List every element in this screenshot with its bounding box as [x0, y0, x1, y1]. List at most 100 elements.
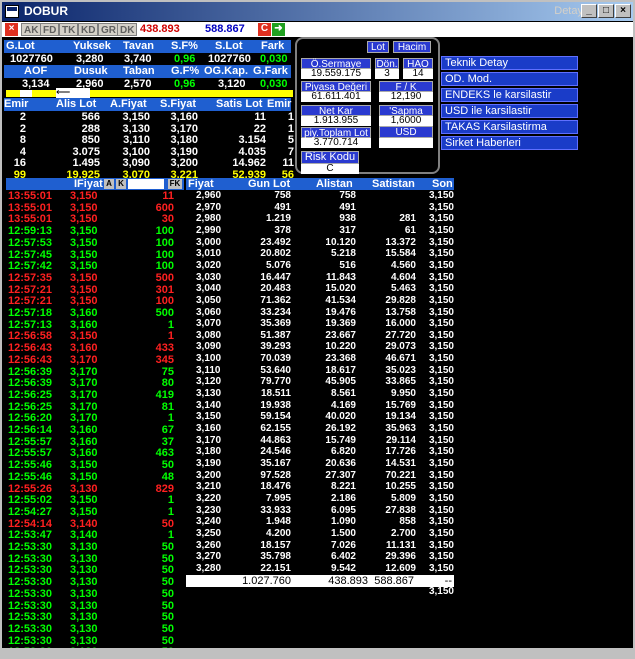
toolbar: × AK FD TK KD GR DK 438.893 588.867 C ➜ — [2, 22, 633, 37]
menu-item[interactable]: TAKAS Karsilastirma — [441, 120, 578, 134]
depth-gunlot: 18.476 — [260, 481, 291, 493]
fk-value: 12,190 — [379, 92, 433, 102]
depth-gunlot: 53.640 — [260, 364, 291, 376]
table-row: 3,250 4.200 1.500 2.700 3,150 — [186, 528, 454, 540]
close-x-icon[interactable]: × — [5, 23, 18, 36]
table-row: 3,060 33.234 19.476 13.758 3,150 — [186, 307, 454, 319]
title-bar[interactable]: DOBUR Detay _ □ × — [2, 2, 633, 21]
hdr-fk-button[interactable]: FK — [168, 179, 182, 189]
menu-item[interactable]: OD. Mod. — [441, 72, 578, 86]
total-son: -- — [444, 575, 452, 587]
trade-price: 3,160 — [70, 342, 98, 355]
maximize-button[interactable]: □ — [598, 4, 614, 18]
indicator-segment — [20, 90, 32, 97]
depth-alistan: 317 — [339, 224, 356, 236]
trade-time: 12:57:21 — [8, 283, 53, 296]
trades-filter-input[interactable] — [128, 179, 164, 189]
depth-gunlot: 758 — [274, 190, 291, 201]
table-row: 12:55:46 3,150 48 — [8, 471, 184, 483]
table-row: 3,050 71.362 41.534 29.828 3,150 — [186, 295, 454, 307]
minimize-button[interactable]: _ — [581, 4, 597, 18]
menu-item[interactable]: ENDEKS le karsilastir — [441, 88, 578, 102]
depth-price: 3,210 — [196, 481, 222, 493]
menu-item[interactable]: Sirket Haberleri — [441, 136, 578, 150]
piytop-value: 3.770.714 — [301, 138, 371, 148]
hdr-gunlot: Gun Lot — [248, 178, 291, 190]
depth-price: 3,160 — [196, 423, 222, 434]
depth-price: 3,030 — [196, 271, 222, 283]
table-row: 3,110 53.640 18.617 35.023 3,150 — [186, 365, 454, 377]
table-row: 3,180 24.546 6.820 17.726 3,150 — [186, 446, 454, 458]
tb-fd-button[interactable]: FD — [40, 23, 60, 36]
table-row: 12:56:43 3,160 433 — [8, 342, 184, 354]
depth-satistan: 33.865 — [385, 376, 416, 388]
depth-gunlot: 1.219 — [265, 213, 291, 225]
menu-item[interactable]: USD ile karsilastir — [441, 104, 578, 118]
depth-price: 3,120 — [196, 376, 222, 388]
table-row: 13:55:01 3,150 30 — [8, 213, 184, 225]
tb-tk-button[interactable]: TK — [59, 23, 79, 36]
trade-price: 3,150 — [70, 260, 98, 273]
depth-price: 3,260 — [196, 539, 222, 551]
lot-button[interactable]: Lot — [367, 41, 389, 53]
table-row: 3,030 16.447 11.843 4.604 3,150 — [186, 272, 454, 284]
hacim-button[interactable]: Hacim — [393, 41, 431, 53]
trade-lot: 11 — [162, 190, 174, 202]
table-row: 12:56:43 3,170 345 — [8, 354, 184, 366]
trade-price: 3,150 — [70, 330, 98, 343]
table-row: 12:57:53 3,150 100 — [8, 237, 184, 249]
depth-alistan: 6.402 — [330, 551, 356, 563]
emir-cell: 3.075 — [72, 145, 100, 158]
emir-cell: 288 — [81, 122, 100, 135]
table-row: 12:55:46 3,150 50 — [8, 459, 184, 471]
emir-cell: 4 — [19, 145, 26, 158]
depth-satistan: 46.671 — [385, 353, 416, 365]
tb-ak-button[interactable]: AK — [21, 23, 42, 36]
depth-gunlot: 39.293 — [260, 341, 291, 353]
depth-gunlot: 35.369 — [260, 318, 291, 330]
trade-lot: 50 — [161, 564, 174, 577]
trade-price: 3,160 — [70, 435, 98, 448]
trade-time: 12:57:21 — [8, 295, 53, 308]
depth-son: 3,150 — [428, 527, 454, 539]
hdr-sfiyat: S.Fiyat — [160, 98, 197, 110]
table-row: 12:53:30 3,130 50 — [8, 588, 184, 600]
c-button[interactable]: C — [258, 23, 271, 36]
menu-item[interactable]: Teknik Detay — [441, 56, 578, 70]
close-button[interactable]: × — [615, 4, 631, 18]
hdr-aof: AOF — [24, 65, 48, 77]
trade-price: 3,130 — [70, 587, 98, 600]
tb-dk-button[interactable]: DK — [117, 23, 138, 36]
trade-lot: 50 — [161, 576, 174, 589]
emir-cell: 850 — [81, 134, 100, 147]
hdr-son: Son — [432, 178, 453, 190]
usd-button[interactable]: USD Değeri — [379, 126, 433, 149]
trade-time: 12:56:14 — [8, 424, 53, 436]
table-row: 12:53:30 3,130 50 — [8, 623, 184, 635]
hdr-a-button[interactable]: A — [104, 179, 114, 189]
hdr-k-button[interactable]: K — [116, 179, 126, 189]
trade-time: 12:57:18 — [8, 307, 53, 319]
trade-lot: 50 — [161, 611, 174, 624]
arrow-right-icon[interactable]: ➜ — [272, 23, 285, 36]
depth-gunlot: 18.511 — [260, 388, 291, 400]
hdr-sf: S.F% — [171, 40, 198, 52]
depth-alistan: 41.534 — [325, 294, 356, 306]
trade-time: 12:59:13 — [8, 225, 53, 238]
emir-cell: 2 — [19, 122, 26, 135]
tb-gr-button[interactable]: GR — [98, 23, 119, 36]
val-tavan: 3,740 — [124, 53, 152, 65]
depth-son: 3,150 — [428, 283, 454, 295]
trade-lot: 75 — [161, 365, 174, 378]
table-row: 3,020 5.076 516 4.560 3,150 — [186, 260, 454, 272]
table-row: 3,040 20.483 15.020 5.463 3,150 — [186, 283, 454, 295]
depth-price: 3,170 — [196, 434, 222, 446]
risk-value: C — [301, 164, 359, 174]
trade-lot: 67 — [161, 424, 174, 436]
depth-price: 2,990 — [196, 224, 222, 236]
depth-price: 3,140 — [196, 399, 222, 411]
osermaye-value: 19.559.175 — [301, 69, 371, 79]
arrow-left-icon[interactable]: ⟵ — [56, 88, 90, 98]
tb-kd-button[interactable]: KD — [78, 23, 99, 36]
depth-gunlot: 20.802 — [260, 248, 291, 260]
